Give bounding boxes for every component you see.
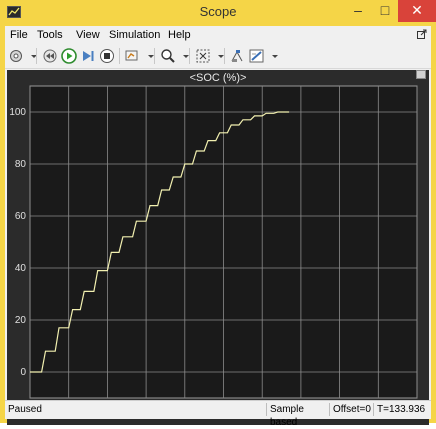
scope-window: Scope – □ ✕ File Tools View Simulation H… — [0, 0, 436, 428]
toolbar-separator — [189, 48, 190, 64]
menu-help[interactable]: Help — [168, 29, 191, 41]
rewind-icon[interactable] — [41, 47, 59, 65]
status-time: T=133.936 — [373, 403, 431, 416]
toolbar-separator — [36, 48, 37, 64]
step-forward-icon[interactable] — [79, 47, 97, 65]
y-tick-label: 80 — [15, 159, 27, 170]
run-icon[interactable] — [60, 47, 78, 65]
title-bar[interactable]: Scope – □ ✕ — [0, 0, 436, 26]
y-tick-label: 20 — [15, 315, 27, 326]
style-icon[interactable] — [248, 47, 266, 65]
zoom-icon[interactable] — [159, 47, 177, 65]
undock-icon[interactable] — [417, 29, 427, 39]
stop-icon[interactable] — [98, 47, 116, 65]
status-state: Paused — [8, 404, 42, 415]
plot-panel[interactable]: <SOC (%)> 020406080100120140160180200020… — [7, 70, 429, 425]
settings-dropdown-icon[interactable] — [25, 47, 37, 65]
toolbar-separator — [119, 48, 120, 64]
cursor-measure-icon[interactable] — [229, 47, 247, 65]
autoscale-dropdown-icon[interactable] — [212, 47, 224, 65]
toolbar — [5, 44, 431, 69]
menu-view[interactable]: View — [76, 29, 100, 41]
zoom-dropdown-icon[interactable] — [177, 47, 189, 65]
close-button[interactable]: ✕ — [398, 0, 436, 22]
maximize-button[interactable]: □ — [372, 0, 398, 22]
minimize-button[interactable]: – — [345, 0, 371, 22]
status-bar: Paused Sample based Offset=0 T=133.936 — [5, 400, 431, 428]
style-dropdown-icon[interactable] — [266, 47, 278, 65]
menu-tools[interactable]: Tools — [37, 29, 63, 41]
menu-bar: File Tools View Simulation Help — [5, 26, 431, 44]
y-tick-label: 0 — [20, 367, 26, 378]
toolbar-separator — [154, 48, 155, 64]
gear-icon[interactable] — [8, 47, 26, 65]
y-tick-label: 60 — [15, 211, 27, 222]
scope-chart[interactable]: 020406080100120140160180200020406080100 — [7, 70, 429, 425]
highlight-dropdown-icon[interactable] — [142, 47, 154, 65]
status-mode: Sample based — [266, 403, 330, 428]
scope-client-area: File Tools View Simulation Help <SOC (%)… — [5, 26, 431, 428]
status-offset: Offset=0 — [329, 403, 373, 416]
menu-file[interactable]: File — [10, 29, 28, 41]
y-tick-label: 40 — [15, 263, 27, 274]
menu-simulation[interactable]: Simulation — [109, 29, 160, 41]
y-tick-label: 100 — [9, 107, 26, 118]
autoscale-icon[interactable] — [194, 47, 212, 65]
highlight-icon[interactable] — [124, 47, 142, 65]
toolbar-separator — [224, 48, 225, 64]
